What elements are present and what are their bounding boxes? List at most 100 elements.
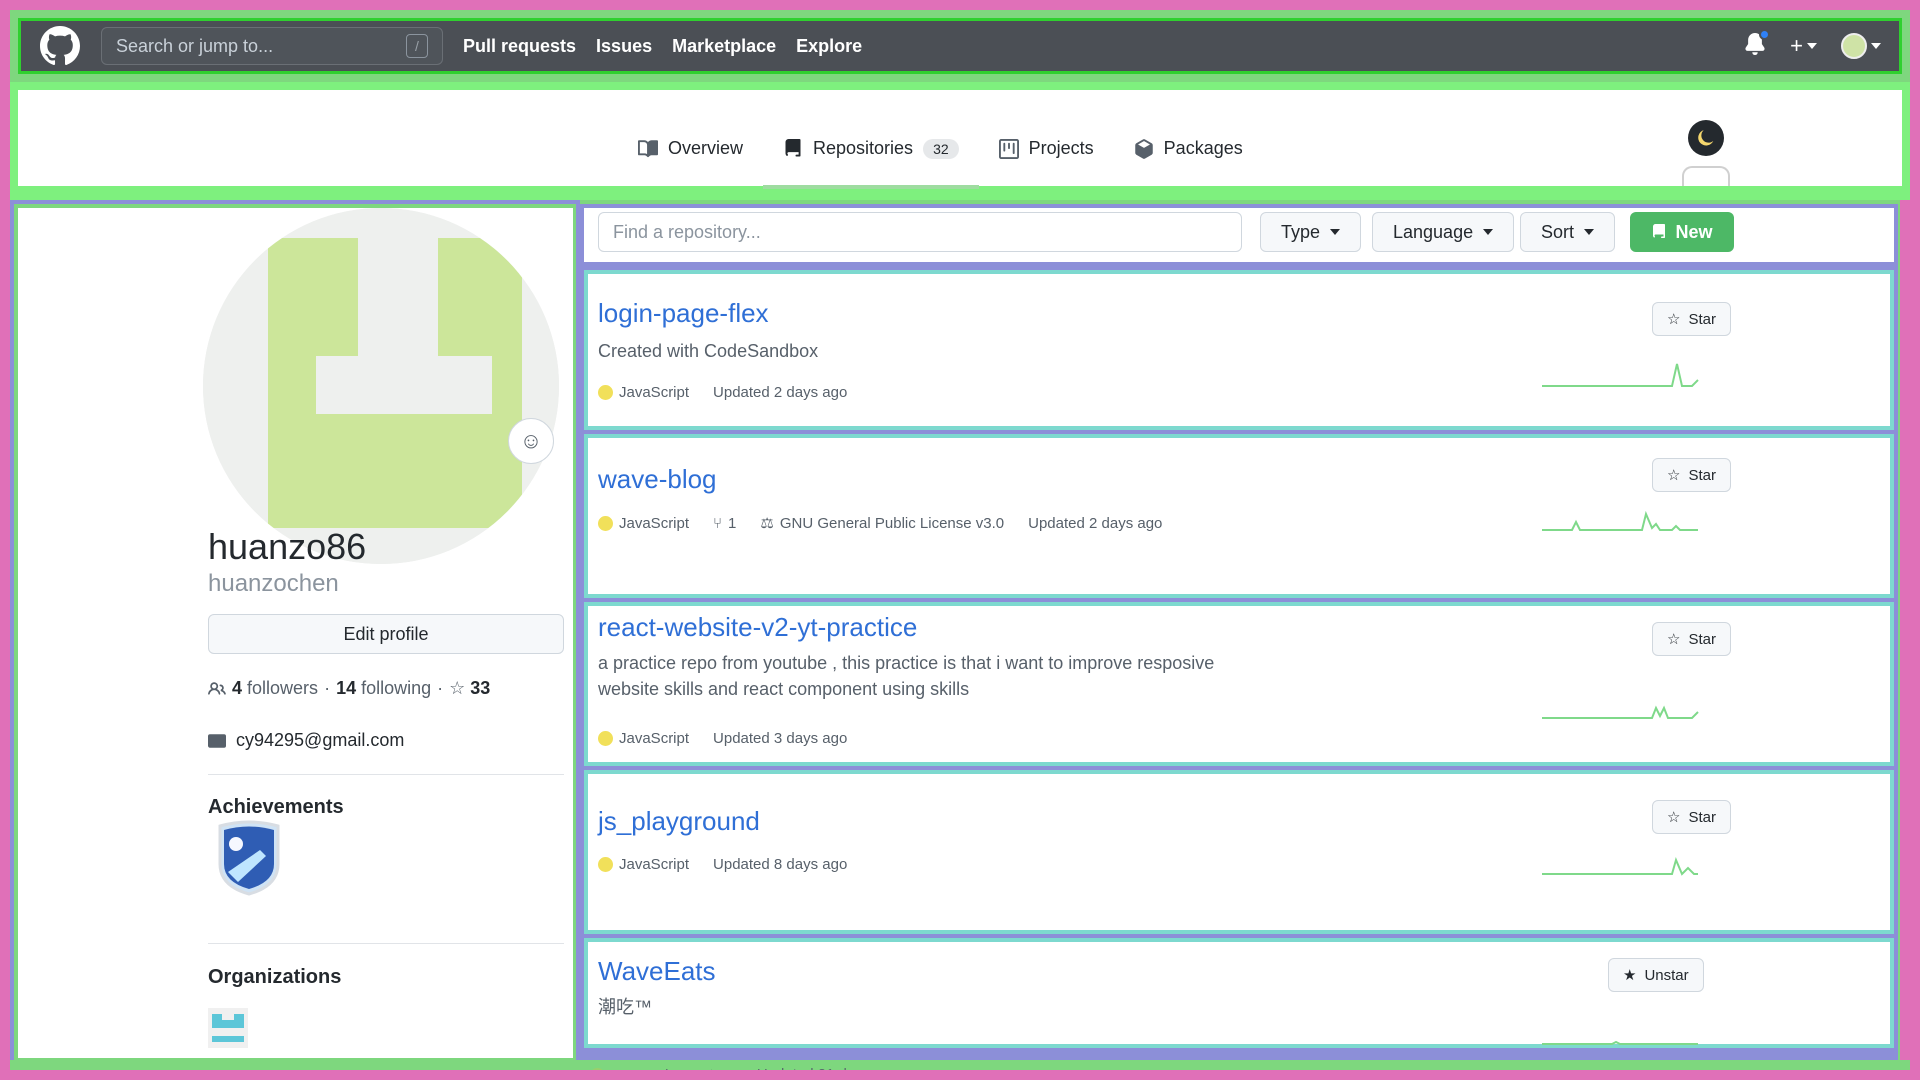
profile-tab-band: Overview Repositories 32 Projects Packag… (10, 82, 1910, 200)
repo-language: JavaScript (590, 1066, 681, 1080)
repository-item: wave-blog JavaScript ⑂ 1 ⚖ GNU General Pub… (584, 434, 1894, 598)
unstar-button[interactable]: ★ Unstar (1608, 958, 1704, 992)
search-placeholder: Search or jump to... (116, 35, 274, 56)
law-icon: ⚖ (760, 515, 774, 532)
plus-icon: + (1790, 33, 1803, 58)
tab-projects[interactable]: Projects (979, 138, 1114, 177)
tab-packages-label: Packages (1163, 138, 1243, 158)
star-label: Star (1688, 466, 1716, 484)
following-count: 14 (336, 678, 357, 698)
star-button[interactable]: ☆ Star (1652, 302, 1731, 336)
separator-dot: · (437, 678, 444, 698)
chevron-down-icon (1483, 229, 1494, 235)
set-status-button[interactable]: ☺ (508, 418, 554, 464)
repo-updated: Updated 2 days ago (1028, 514, 1163, 532)
star-icon: ☆ (705, 1067, 719, 1080)
github-logo-icon[interactable] (39, 25, 81, 67)
primary-nav: Pull requests Issues Marketplace Explore (463, 36, 862, 57)
followers-label: followers (247, 678, 319, 698)
language-color-dot (598, 857, 613, 872)
repo-forks[interactable]: ⑂ 1 (713, 515, 736, 532)
repo-meta-overflow: JavaScript ☆ 1 Updated 21 days ago (590, 1066, 899, 1080)
repo-updated: Updated 2 days ago (713, 384, 848, 401)
stars-count: 33 (470, 678, 491, 698)
type-filter-button[interactable]: Type (1260, 212, 1362, 252)
star-button[interactable]: ☆ Star (1652, 800, 1731, 834)
star-button[interactable]: ☆ Star (1652, 458, 1731, 492)
nav-explore[interactable]: Explore (796, 36, 862, 57)
repository-item: login-page-flex Created with CodeSandbox… (584, 270, 1894, 430)
notifications-button[interactable] (1744, 28, 1771, 60)
achievement-badge-icon[interactable] (214, 820, 284, 896)
stars-link[interactable]: ☆ 33 (449, 678, 490, 699)
language-color-dot (590, 1067, 605, 1080)
repo-name-link[interactable]: WaveEats (598, 956, 716, 987)
package-icon (1134, 138, 1153, 159)
profile-sidebar: ☺ huanzo86 huanzochen Edit profile 4 fol… (10, 200, 580, 1065)
repo-meta: JavaScript Updated 8 days ago (598, 856, 847, 873)
repo-name-link[interactable]: wave-blog (598, 464, 717, 495)
user-menu-dropdown[interactable] (1841, 33, 1881, 59)
repository-item: WaveEats 潮吃™ ★ Unstar (584, 938, 1894, 1048)
find-repository-input[interactable]: Find a repository... (598, 212, 1242, 252)
repo-name-link[interactable]: react-website-v2-yt-practice (598, 612, 917, 643)
star-icon: ☆ (1667, 467, 1681, 484)
nav-issues[interactable]: Issues (596, 36, 652, 57)
unstar-label: Unstar (1644, 966, 1689, 984)
repo-meta: JavaScript Updated 2 days ago (598, 384, 847, 401)
profile-email[interactable]: cy94295@gmail.com (236, 730, 404, 751)
profile-sidebar-inner: ☺ huanzo86 huanzochen Edit profile 4 fol… (18, 208, 573, 1058)
repo-description: a practice repo from youtube , this prac… (598, 653, 1215, 699)
moon-icon (1698, 130, 1714, 146)
followers-link[interactable]: 4 followers (232, 678, 318, 699)
tab-repositories[interactable]: Repositories 32 (763, 138, 979, 189)
profile-tabs: Overview Repositories 32 Projects Packag… (618, 138, 1263, 189)
project-icon (998, 138, 1019, 159)
profile-avatar[interactable] (203, 208, 559, 564)
repositories-panel: Find a repository... Type Language Sort … (580, 200, 1900, 1065)
following-link[interactable]: 14 following (336, 678, 431, 699)
theme-toggle-button[interactable] (1688, 120, 1724, 156)
repo-stars[interactable]: ☆ 1 (705, 1066, 733, 1080)
repo-updated: Updated 3 days ago (713, 730, 848, 747)
repo-filter-bar: Find a repository... Type Language Sort … (580, 204, 1898, 266)
language-filter-button[interactable]: Language (1372, 212, 1515, 252)
fork-icon: ⑂ (713, 514, 723, 532)
sort-filter-button[interactable]: Sort (1520, 212, 1616, 252)
language-label: JavaScript (619, 384, 690, 401)
top-navigation-bar: Search or jump to... / Pull requests Iss… (10, 10, 1910, 82)
global-search-input[interactable]: Search or jump to... / (101, 27, 443, 65)
repo-description: 潮吃™ (598, 997, 652, 1017)
edit-profile-button[interactable]: Edit profile (208, 614, 564, 654)
tab-overview[interactable]: Overview (618, 138, 763, 177)
repo-meta: JavaScript ⑂ 1 ⚖ GNU General Public Licens… (598, 514, 1162, 532)
bottom-strip (10, 1060, 1910, 1070)
create-new-dropdown[interactable]: + (1790, 33, 1817, 59)
octocat-decoration (1682, 166, 1730, 186)
repository-item: js_playground JavaScript Updated 8 days … (584, 770, 1894, 934)
activity-sparkline (1542, 1040, 1698, 1045)
sort-filter-label: Sort (1541, 221, 1575, 242)
repo-icon (1653, 224, 1666, 238)
new-repository-button[interactable]: New (1630, 212, 1734, 252)
nav-marketplace[interactable]: Marketplace (672, 36, 776, 57)
language-label: JavaScript (619, 514, 690, 532)
avatar (1841, 33, 1867, 59)
language-label: JavaScript (611, 1066, 682, 1080)
chevron-down-icon (1807, 43, 1817, 49)
tab-repositories-label: Repositories (813, 138, 914, 158)
chevron-down-icon (1871, 43, 1881, 49)
divider (208, 774, 564, 775)
slash-shortcut-hint: / (406, 34, 428, 58)
tab-projects-label: Projects (1028, 138, 1094, 158)
organizations-heading: Organizations (208, 966, 342, 988)
star-icon: ☆ (1667, 631, 1681, 648)
tab-packages[interactable]: Packages (1114, 138, 1263, 177)
followers-count: 4 (232, 678, 243, 698)
star-count: 1 (724, 1066, 733, 1080)
nav-pull-requests[interactable]: Pull requests (463, 36, 576, 57)
organization-avatar[interactable] (208, 1008, 248, 1048)
repo-name-link[interactable]: js_playground (598, 806, 760, 837)
repo-name-link[interactable]: login-page-flex (598, 298, 769, 329)
star-button[interactable]: ☆ Star (1652, 622, 1731, 656)
